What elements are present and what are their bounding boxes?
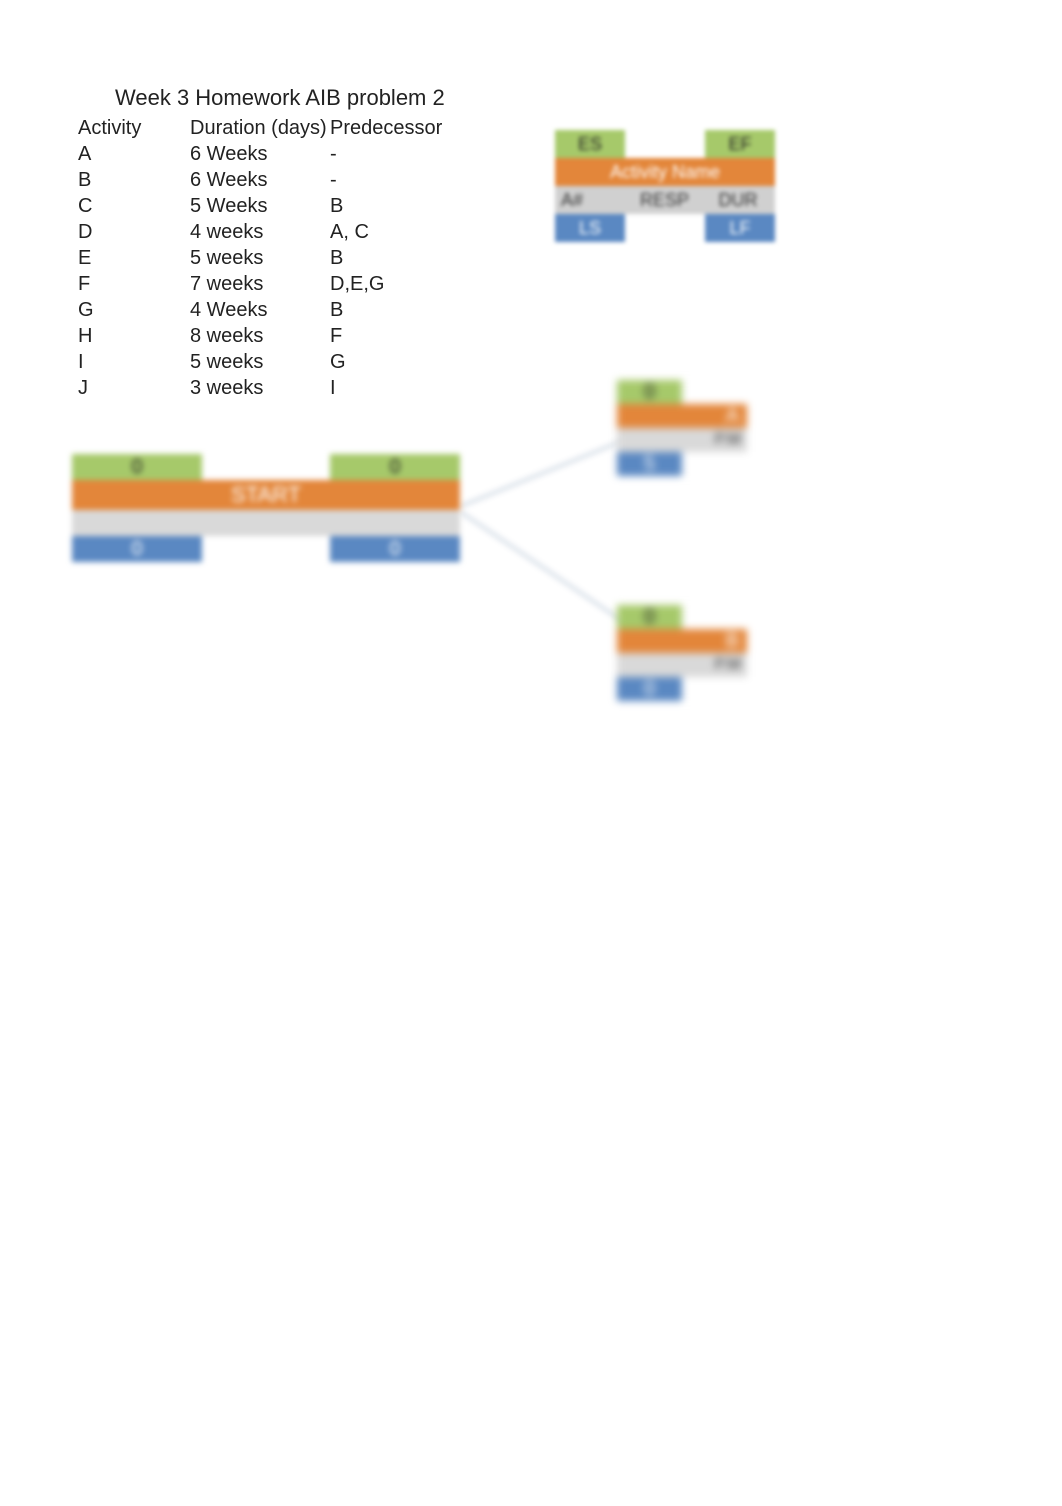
activity-node-b: 0 B P.M 0 <box>617 605 747 701</box>
header-predecessor: Predecessor <box>330 117 470 140</box>
start-es: 0 <box>72 454 202 480</box>
legend-resp: RESP <box>628 186 701 214</box>
table-row: B6 Weeks- <box>78 167 470 193</box>
table-row: G4 WeeksB <box>78 297 470 323</box>
header-activity: Activity <box>78 117 190 140</box>
table-row: D4 weeksA, C <box>78 219 470 245</box>
b-resp: P.M <box>682 653 747 677</box>
start-label: START <box>72 480 460 510</box>
start-node: 0 0 START 0 0 <box>72 454 460 562</box>
a-es: 0 <box>617 380 682 404</box>
table-row: F7 weeksD,E,G <box>78 271 470 297</box>
b-es: 0 <box>617 605 682 629</box>
a-name: A <box>617 404 747 428</box>
table-row: C5 WeeksB <box>78 193 470 219</box>
legend-lf: LF <box>705 214 775 242</box>
legend-ls: LS <box>555 214 625 242</box>
legend-activity-name: Activity Name <box>555 158 775 186</box>
activity-table: Activity Duration (days) Predecessor A6 … <box>78 115 470 401</box>
legend-ef: EF <box>705 130 775 158</box>
table-row: E5 weeksB <box>78 245 470 271</box>
table-row: H8 weeksF <box>78 323 470 349</box>
table-row: J3 weeksI <box>78 375 470 401</box>
start-ef: 0 <box>330 454 460 480</box>
legend-box: ES EF Activity Name A# RESP DUR LS LF <box>555 130 775 242</box>
b-name: B <box>617 629 747 653</box>
b-ls: 0 <box>617 677 682 701</box>
activity-node-a: 0 A P.M 5 <box>617 380 747 476</box>
a-ls: 5 <box>617 452 682 476</box>
legend-es: ES <box>555 130 625 158</box>
header-duration: Duration (days) <box>190 117 330 140</box>
start-lf: 0 <box>330 536 460 562</box>
connector <box>459 434 636 508</box>
start-ls: 0 <box>72 536 202 562</box>
page-title: Week 3 Homework AIB problem 2 <box>115 85 445 111</box>
legend-anum: A# <box>555 186 628 214</box>
table-row: A6 Weeks- <box>78 141 470 167</box>
table-row: I5 weeksG <box>78 349 470 375</box>
connector <box>459 510 635 630</box>
a-resp: P.M <box>682 428 747 452</box>
legend-dur: DUR <box>701 186 775 214</box>
table-header: Activity Duration (days) Predecessor <box>78 115 470 141</box>
